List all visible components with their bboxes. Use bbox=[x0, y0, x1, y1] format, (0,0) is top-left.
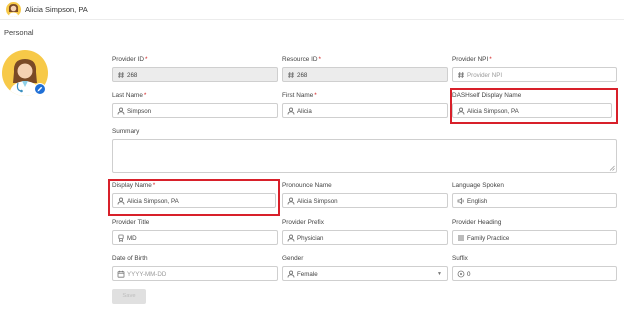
provider-id-value: 268 bbox=[127, 72, 138, 79]
first-name-field: First Name* Alicia bbox=[282, 92, 448, 118]
last-name-input[interactable]: Simpson bbox=[112, 103, 278, 118]
language-spoken-value: English bbox=[467, 198, 488, 205]
date-of-birth-placeholder: YYYY-MM-DD bbox=[127, 271, 167, 278]
provider-prefix-label: Provider Prefix bbox=[282, 219, 324, 226]
section-title: Personal bbox=[4, 28, 34, 37]
language-spoken-label: Language Spoken bbox=[452, 182, 504, 189]
last-name-field: Last Name* Simpson bbox=[112, 92, 278, 118]
hash-icon bbox=[458, 71, 464, 79]
user-icon bbox=[287, 234, 295, 242]
user-name: Alicia Simpson, PA bbox=[25, 5, 88, 14]
last-name-label: Last Name bbox=[112, 92, 143, 99]
gender-label: Gender bbox=[282, 255, 304, 262]
chevron-down-icon: ▼ bbox=[437, 271, 442, 277]
provider-npi-placeholder: Provider NPI bbox=[467, 72, 503, 79]
resize-handle-icon[interactable] bbox=[609, 165, 615, 171]
summary-textarea[interactable] bbox=[112, 139, 617, 173]
summary-label: Summary bbox=[112, 128, 140, 135]
provider-title-value: MD bbox=[127, 235, 137, 242]
provider-npi-field: Provider NPI* Provider NPI bbox=[452, 56, 617, 82]
edit-avatar-button[interactable] bbox=[34, 83, 46, 95]
circle-icon bbox=[457, 270, 465, 278]
resource-id-input: 268 bbox=[282, 67, 448, 82]
provider-prefix-field: Provider Prefix Physician bbox=[282, 219, 448, 245]
provider-id-field: Provider ID* 268 bbox=[112, 56, 278, 82]
provider-npi-input[interactable]: Provider NPI bbox=[452, 67, 617, 82]
gender-field: Gender Female ▼ bbox=[282, 255, 448, 281]
pronounce-name-label: Pronounce Name bbox=[282, 182, 332, 189]
provider-title-label: Provider Title bbox=[112, 219, 150, 226]
avatar[interactable] bbox=[6, 2, 21, 17]
date-of-birth-label: Date of Birth bbox=[112, 255, 148, 262]
badge-icon bbox=[118, 234, 124, 242]
save-button[interactable]: Save bbox=[112, 289, 146, 304]
provider-heading-input[interactable]: Family Practice bbox=[452, 230, 617, 245]
gender-select[interactable]: Female ▼ bbox=[282, 266, 448, 281]
suffix-field: Suffix 0 bbox=[452, 255, 617, 281]
provider-id-input: 268 bbox=[112, 67, 278, 82]
highlight-box-dashelf-display-name bbox=[450, 88, 618, 124]
date-of-birth-field: Date of Birth YYYY-MM-DD bbox=[112, 255, 278, 281]
provider-heading-field: Provider Heading Family Practice bbox=[452, 219, 617, 245]
calendar-icon bbox=[117, 270, 125, 278]
provider-prefix-value: Physician bbox=[297, 235, 324, 242]
suffix-value: 0 bbox=[467, 271, 471, 278]
first-name-label: First Name bbox=[282, 92, 314, 99]
last-name-value: Simpson bbox=[127, 108, 152, 115]
list-icon bbox=[458, 235, 464, 241]
hash-icon bbox=[118, 71, 124, 79]
provider-heading-label: Provider Heading bbox=[452, 219, 502, 226]
language-spoken-input[interactable]: English bbox=[452, 193, 617, 208]
speaker-icon bbox=[457, 197, 464, 205]
pronounce-name-field: Pronounce Name Alicia Simpson bbox=[282, 182, 448, 208]
resource-id-field: Resource ID* 268 bbox=[282, 56, 448, 82]
pencil-icon bbox=[37, 86, 43, 92]
suffix-input[interactable]: 0 bbox=[452, 266, 617, 281]
provider-npi-label: Provider NPI bbox=[452, 56, 489, 63]
provider-title-input[interactable]: MD bbox=[112, 230, 278, 245]
provider-heading-value: Family Practice bbox=[467, 235, 510, 242]
pronounce-name-input[interactable]: Alicia Simpson bbox=[282, 193, 448, 208]
user-icon bbox=[117, 107, 125, 115]
user-icon bbox=[287, 270, 295, 278]
first-name-value: Alicia bbox=[297, 108, 312, 115]
pronounce-name-value: Alicia Simpson bbox=[297, 198, 338, 205]
provider-title-field: Provider Title MD bbox=[112, 219, 278, 245]
language-spoken-field: Language Spoken English bbox=[452, 182, 617, 208]
user-icon bbox=[287, 197, 295, 205]
user-icon bbox=[287, 107, 295, 115]
highlight-box-display-name bbox=[108, 179, 280, 216]
provider-id-label: Provider ID bbox=[112, 56, 144, 63]
provider-prefix-input[interactable]: Physician bbox=[282, 230, 448, 245]
top-bar: Alicia Simpson, PA bbox=[0, 0, 624, 20]
resource-id-label: Resource ID bbox=[282, 56, 318, 63]
gender-value: Female bbox=[297, 271, 318, 278]
resource-id-value: 268 bbox=[297, 72, 308, 79]
hash-icon bbox=[288, 71, 294, 79]
first-name-input[interactable]: Alicia bbox=[282, 103, 448, 118]
suffix-label: Suffix bbox=[452, 255, 468, 262]
date-of-birth-input[interactable]: YYYY-MM-DD bbox=[112, 266, 278, 281]
